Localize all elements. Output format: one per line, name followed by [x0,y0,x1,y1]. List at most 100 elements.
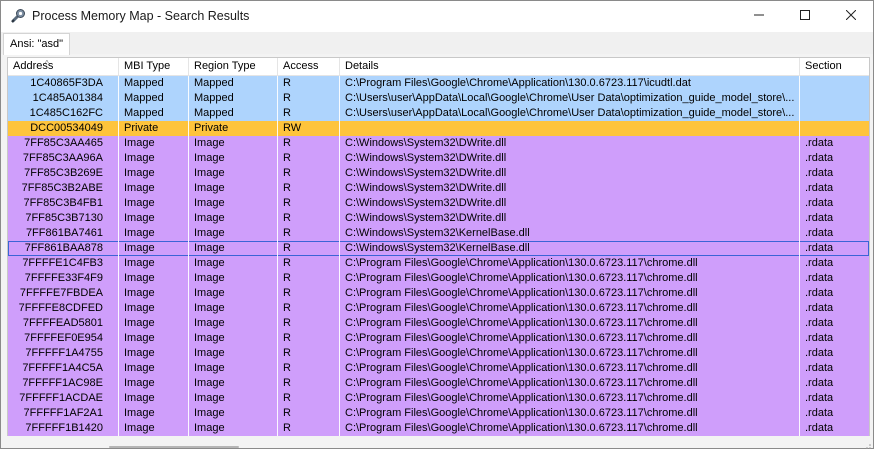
details-cell: C:\Program Files\Google\Chrome\Applicati… [345,422,698,434]
mbi-type-cell: Mapped [124,77,164,89]
table-row[interactable]: 7FF85C3B4FB1 Image Image R C:\Windows\System… [8,196,869,211]
region-type-cell: Image [194,242,225,254]
table-row[interactable]: 7FF85C3B7130 Image Image R C:\Windows\System… [8,211,869,226]
minimize-icon [753,10,764,23]
table-row[interactable]: 7FFFFF1ACDAE Image Image R C:\Program Files\… [8,391,869,406]
results-list[interactable]: Address ^ MBI Type Region Type Access De… [7,57,870,438]
access-cell: R [283,332,291,344]
title-bar[interactable]: Process Memory Map - Search Results [1,1,873,32]
close-button[interactable] [828,1,873,32]
scrollbar-thumb[interactable] [109,446,239,448]
section-cell: .rdata [805,392,834,404]
mbi-type-cell: Image [124,317,155,329]
table-row[interactable]: 7FFFFE1C4FB3 Image Image R C:\Program Files\… [8,256,869,271]
details-cell: C:\Windows\System32\DWrite.dll [345,212,507,224]
details-cell: C:\Program Files\Google\Chrome\Applicati… [345,302,698,314]
table-row[interactable]: 7FFFFF1B1420 Image Image R C:\Program Files\… [8,421,869,436]
details-cell: C:\Program Files\Google\Chrome\Applicati… [345,407,698,419]
access-cell: R [283,392,291,404]
address-cell: 7FFFFF1B1420 [25,422,103,434]
section-cell [800,91,869,106]
list-header: Address ^ MBI Type Region Type Access De… [8,58,869,76]
mbi-type-cell: Image [124,287,155,299]
resize-grip-icon[interactable] [863,440,871,449]
table-row[interactable]: 7FFFFF1AF2A1 Image Image R C:\Program Files\… [8,406,869,421]
table-row[interactable]: 7FFFFEF0E954 Image Image R C:\Program Files\… [8,331,869,346]
table-row[interactable]: 7FFFFE33F4F9 Image Image R C:\Program Files\… [8,271,869,286]
table-row[interactable]: 7FFFFEAD5801 Image Image R C:\Program Files\… [8,316,869,331]
section-cell: .rdata [805,377,834,389]
address-cell: 7FF85C3B269E [24,167,103,179]
table-row[interactable]: 7FF85C3B2ABE Image Image R C:\Windows\System… [8,181,869,196]
minimize-button[interactable] [736,1,781,32]
table-row[interactable]: 7FF85C3B269E Image Image R C:\Windows\System… [8,166,869,181]
mbi-type-cell: Image [124,212,155,224]
section-cell: .rdata [805,332,834,344]
details-cell: C:\Windows\System32\DWrite.dll [345,152,507,164]
address-cell: 7FFFFEF0E954 [24,332,103,344]
section-cell: .rdata [805,317,834,329]
region-type-cell: Image [194,137,225,149]
access-cell: R [283,212,291,224]
access-cell: R [283,272,291,284]
table-row[interactable]: 7FFFFE8CDFED Image Image R C:\Program Files\… [8,301,869,316]
region-type-cell: Image [194,152,225,164]
section-cell [800,106,869,121]
address-cell: 1C485C162FC [29,107,103,119]
table-row[interactable]: 7FFFFF1A4C5A Image Image R C:\Program Files\… [8,361,869,376]
section-cell: .rdata [805,272,834,284]
region-type-cell: Mapped [194,77,234,89]
column-header-details[interactable]: Details [340,58,800,75]
column-header-label: Region Type [194,60,256,72]
column-header-section[interactable]: Section [800,58,869,75]
section-cell: .rdata [805,407,834,419]
access-cell: R [283,107,291,119]
column-header-region-type[interactable]: Region Type [189,58,278,75]
column-header-mbi-type[interactable]: MBI Type [119,58,189,75]
table-row[interactable]: 7FFFFF1AC98E Image Image R C:\Program Files\… [8,376,869,391]
table-row[interactable]: 7FF861BA7461 Image Image R C:\Windows\System… [8,226,869,241]
region-type-cell: Image [194,422,225,434]
address-cell: 7FFFFF1AC98E [22,377,103,389]
table-row[interactable]: 1C485A01384 Mapped Mapped R C:\Users\user\Ap… [8,91,869,106]
column-header-address[interactable]: Address ^ [8,58,119,75]
table-row[interactable]: 7FFFFF1A4755 Image Image R C:\Program Files\… [8,346,869,361]
details-cell: C:\Windows\System32\DWrite.dll [345,182,507,194]
tab-search-ansi[interactable]: Ansi: "asd" [3,33,71,55]
table-row[interactable]: 1C40865F3DA Mapped Mapped R C:\Program Files… [8,76,869,91]
region-type-cell: Image [194,377,225,389]
close-icon [845,9,856,23]
address-cell: 1C485A01384 [32,92,103,104]
access-cell: R [283,77,291,89]
region-type-cell: Image [194,317,225,329]
mbi-type-cell: Image [124,347,155,359]
table-row[interactable]: 7FF85C3AA465 Image Image R C:\Windows\System… [8,136,869,151]
region-type-cell: Image [194,257,225,269]
section-cell: .rdata [805,152,834,164]
maximize-button[interactable] [782,1,827,32]
column-header-access[interactable]: Access [278,58,340,75]
region-type-cell: Image [194,362,225,374]
address-cell: 7FF861BA7461 [25,227,103,239]
table-row[interactable]: 7FFFFE7FBDEA Image Image R C:\Program Files\… [8,286,869,301]
address-cell: 7FFFFF1A4C5A [22,362,103,374]
mbi-type-cell: Image [124,362,155,374]
section-cell [800,121,869,136]
table-row-selected[interactable]: 7FF861BAA878 Image Image R C:\Windows\System… [8,241,869,256]
table-row[interactable]: 1C485C162FC Mapped Mapped R C:\Users\user\Ap… [8,106,869,121]
address-cell: 7FF861BAA878 [24,242,103,254]
section-cell: .rdata [805,287,834,299]
access-cell: R [283,257,291,269]
access-cell: R [283,182,291,194]
region-type-cell: Image [194,272,225,284]
details-cell: C:\Program Files\Google\Chrome\Applicati… [345,332,698,344]
process-memory-map-window: Process Memory Map - Search Results Ansi… [0,0,874,449]
gear-app-icon [10,8,26,24]
region-type-cell: Image [194,212,225,224]
table-row[interactable]: 7FF85C3AA96A Image Image R C:\Windows\System… [8,151,869,166]
details-cell: C:\Users\user\AppData\Local\Google\Chrom… [345,92,795,104]
details-cell: C:\Users\user\AppData\Local\Google\Chrom… [345,107,795,119]
table-row[interactable]: DCC00534049 Private Private RW [8,121,869,136]
region-type-cell: Image [194,347,225,359]
horizontal-scrollbar[interactable] [1,436,873,448]
